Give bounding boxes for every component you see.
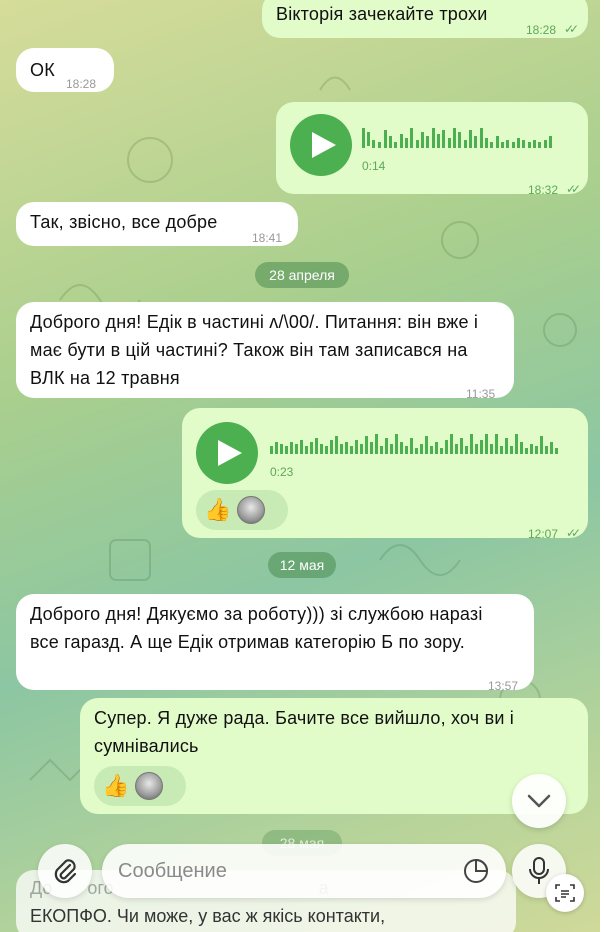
scroll-down-button[interactable] <box>512 774 566 828</box>
message-time: 11:35 <box>466 387 496 401</box>
text-scan-icon <box>555 884 575 902</box>
thumbs-up-reaction[interactable]: 👍 <box>102 772 129 800</box>
avatar <box>135 772 164 800</box>
chevron-down-icon <box>527 794 551 808</box>
voice-waveform[interactable] <box>362 126 562 150</box>
reactions[interactable]: 👍 <box>196 490 288 530</box>
paperclip-icon <box>54 859 77 884</box>
message-text: Супер. Я дуже рада. Бачите все вийшло, х… <box>94 708 514 756</box>
message-incoming[interactable]: ОК 18:28 <box>16 48 114 92</box>
message-incoming[interactable]: Доброго дня! Дякуємо за роботу))) зі слу… <box>16 594 534 693</box>
message-time: 12:07 <box>528 527 559 541</box>
message-time: 18:28 <box>66 77 97 91</box>
window-edge <box>600 0 604 932</box>
message-time: 18:41 <box>252 231 283 245</box>
message-text: Доброго дня! Дякуємо за роботу))) зі слу… <box>30 604 483 652</box>
message-input-container[interactable] <box>102 844 506 898</box>
avatar <box>237 496 266 524</box>
message-incoming[interactable]: Доброго дня! Едік в частині ʌ/\00/. Пита… <box>16 302 514 401</box>
message-text: Так, звісно, все добре <box>30 212 218 232</box>
message-time: 18:28 <box>526 23 557 37</box>
sticker-icon[interactable] <box>462 857 490 885</box>
play-icon <box>218 440 242 466</box>
reactions[interactable]: 👍 <box>94 766 186 806</box>
voice-message-outgoing[interactable]: 0:23 👍 12:07 ✓✓ <box>182 408 588 541</box>
play-button[interactable] <box>196 422 258 484</box>
voice-duration: 0:14 <box>362 159 386 173</box>
message-time: 13:57 <box>488 679 519 693</box>
message-text: Доброго дня! Едік в частині ʌ/\00/. Пита… <box>30 312 479 388</box>
microphone-icon <box>529 857 549 884</box>
thumbs-up-reaction[interactable]: 👍 <box>204 496 231 524</box>
message-time: 18:32 <box>528 183 559 197</box>
message-input[interactable] <box>118 844 448 898</box>
voice-duration: 0:23 <box>270 465 294 479</box>
message-text-partial: ЕКОПФО. Чи може, у вас ж якісь контакти, <box>30 906 386 926</box>
play-icon <box>312 132 336 158</box>
message-text: ОК <box>30 60 55 80</box>
double-check-icon: ✓✓ <box>566 182 581 196</box>
attach-button[interactable] <box>38 844 92 898</box>
message-text: Вікторія зачекайте трохи <box>276 4 488 24</box>
date-separator: 28 апреля <box>255 262 349 288</box>
voice-waveform[interactable] <box>270 432 570 456</box>
voice-message-outgoing[interactable]: 0:14 18:32 ✓✓ <box>276 102 588 197</box>
message-incoming[interactable]: Так, звісно, все добре 18:41 <box>16 202 298 246</box>
date-separator: 12 мая <box>268 552 336 578</box>
message-outgoing[interactable]: Вікторія зачекайте трохи 18:28 ✓✓ <box>262 0 588 38</box>
play-button[interactable] <box>290 114 352 176</box>
double-check-icon: ✓✓ <box>566 526 581 540</box>
text-scan-button[interactable] <box>546 874 584 912</box>
double-check-icon: ✓✓ <box>564 22 579 36</box>
